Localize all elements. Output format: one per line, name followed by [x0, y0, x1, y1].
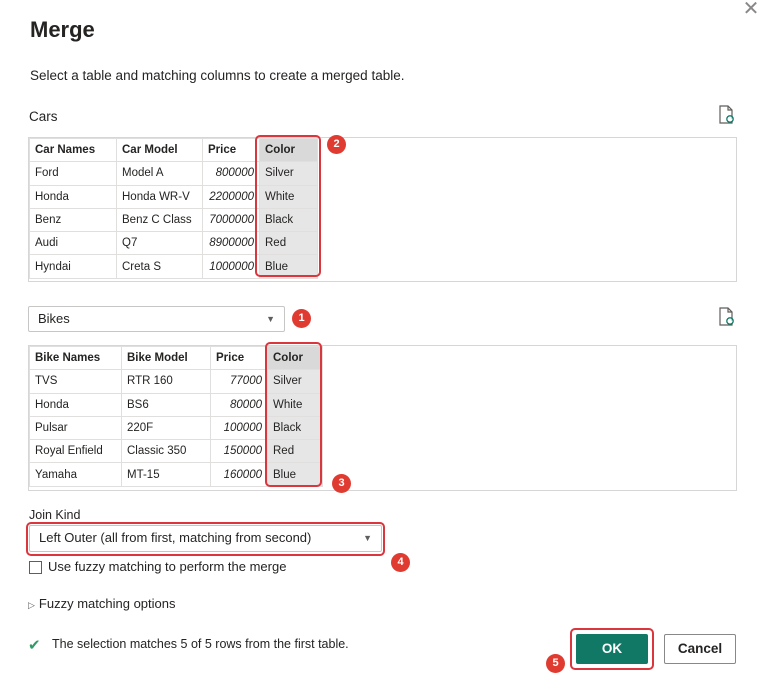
table-row: Honda BS6 80000 White	[29, 392, 323, 417]
table-cell: White	[259, 184, 318, 209]
table-cell: Pulsar	[29, 415, 122, 441]
column-header[interactable]: Bike Model	[121, 345, 211, 371]
column-header[interactable]: Price	[210, 345, 268, 371]
match-status-text: The selection matches 5 of 5 rows from t…	[52, 637, 349, 651]
table-row: Benz Benz C Class 7000000 Black	[29, 207, 318, 233]
close-icon[interactable]: ✕	[740, 0, 762, 22]
first-table-preview: Car Names Car Model Price Color Ford Model A…	[28, 137, 737, 282]
chevron-down-icon: ▼	[266, 314, 275, 324]
table-cell: Yamaha	[29, 462, 122, 487]
column-header[interactable]: Color	[259, 137, 318, 163]
annotation-badge-4: 4	[391, 553, 410, 572]
table-cell: Benz	[29, 207, 117, 233]
fuzzy-matching-checkbox[interactable]	[29, 561, 42, 574]
table-cell: 2200000	[202, 184, 260, 209]
table-cell: Honda	[29, 184, 117, 209]
table-row: Ford Model A 800000 Silver	[29, 161, 318, 186]
table-cell: 1000000	[202, 254, 260, 279]
table-cell: 160000	[210, 462, 268, 487]
table-cell: Royal Enfield	[29, 439, 122, 464]
annotation-badge-3: 3	[332, 474, 351, 493]
table-row: Pulsar 220F 100000 Black	[29, 415, 323, 441]
check-icon: ✔	[28, 637, 41, 654]
table-cell: Honda WR-V	[116, 184, 203, 209]
table-cell: Q7	[116, 231, 203, 256]
table-cell: 100000	[210, 415, 268, 441]
table-cell: 8900000	[202, 231, 260, 256]
table-row: Yamaha MT-15 160000 Blue	[29, 462, 323, 487]
table-cell: Blue	[259, 254, 318, 279]
table-row: Hyndai Creta S 1000000 Blue	[29, 254, 318, 279]
table-cell: 80000	[210, 392, 268, 417]
fuzzy-matching-label: Use fuzzy matching to perform the merge	[48, 559, 287, 574]
second-table-select-value: Bikes	[38, 311, 70, 326]
table-cell: Honda	[29, 392, 122, 417]
table-cell: Model A	[116, 161, 203, 186]
cancel-button[interactable]: Cancel	[664, 634, 736, 664]
second-table-grid: Bike Names Bike Model Price Color TVS RTR 16…	[29, 345, 323, 487]
refresh-preview-icon[interactable]	[718, 105, 736, 125]
table-cell: Classic 350	[121, 439, 211, 464]
table-cell: Red	[259, 231, 318, 256]
annotation-badge-5: 5	[546, 654, 565, 673]
table-cell: Audi	[29, 231, 117, 256]
table-cell: Creta S	[116, 254, 203, 279]
column-header[interactable]: Bike Names	[29, 345, 122, 371]
table-row: TVS RTR 160 77000 Silver	[29, 369, 323, 394]
column-header[interactable]: Car Names	[29, 137, 117, 163]
chevron-right-icon: ▷	[28, 600, 35, 610]
table-cell: Red	[267, 439, 323, 464]
column-header[interactable]: Color	[267, 345, 323, 371]
first-table-grid: Car Names Car Model Price Color Ford Model A…	[29, 137, 318, 279]
join-kind-value: Left Outer (all from first, matching fro…	[39, 530, 312, 545]
table-cell: Silver	[267, 369, 323, 394]
fuzzy-options-toggle[interactable]: ▷ Fuzzy matching options	[28, 596, 176, 611]
table-row: Royal Enfield Classic 350 150000 Red	[29, 439, 323, 464]
first-table-name: Cars	[29, 109, 58, 124]
table-row: Audi Q7 8900000 Red	[29, 231, 318, 256]
join-kind-select[interactable]: Left Outer (all from first, matching fro…	[29, 525, 382, 552]
table-row: Honda Honda WR-V 2200000 White	[29, 184, 318, 209]
table-cell: Blue	[267, 462, 323, 487]
table-cell: Black	[267, 415, 323, 441]
table-cell: White	[267, 392, 323, 417]
table-cell: Hyndai	[29, 254, 117, 279]
table-cell: Black	[259, 207, 318, 233]
ok-button[interactable]: OK	[576, 634, 648, 664]
dialog-title: Merge	[30, 17, 95, 42]
column-header[interactable]: Car Model	[116, 137, 203, 163]
second-table-select[interactable]: Bikes ▼	[28, 306, 285, 332]
table-cell: RTR 160	[121, 369, 211, 394]
second-table-preview: Bike Names Bike Model Price Color TVS RTR 16…	[28, 345, 737, 491]
fuzzy-options-label: Fuzzy matching options	[38, 596, 176, 611]
table-cell: 7000000	[202, 207, 260, 233]
table-cell: BS6	[121, 392, 211, 417]
table-cell: 220F	[121, 415, 211, 441]
table-cell: 150000	[210, 439, 268, 464]
table-cell: MT-15	[121, 462, 211, 487]
annotation-badge-2: 2	[327, 135, 346, 154]
table-cell: 77000	[210, 369, 268, 394]
dialog-subtitle: Select a table and matching columns to c…	[30, 68, 405, 83]
table-cell: TVS	[29, 369, 122, 394]
table-cell: Benz C Class	[116, 207, 203, 233]
refresh-preview-icon[interactable]	[718, 307, 736, 327]
table-cell: Ford	[29, 161, 117, 186]
table-cell: Silver	[259, 161, 318, 186]
table-cell: 800000	[202, 161, 260, 186]
column-header[interactable]: Price	[202, 137, 260, 163]
join-kind-label: Join Kind	[29, 508, 81, 522]
annotation-badge-1: 1	[292, 309, 311, 328]
chevron-down-icon: ▼	[363, 533, 372, 543]
